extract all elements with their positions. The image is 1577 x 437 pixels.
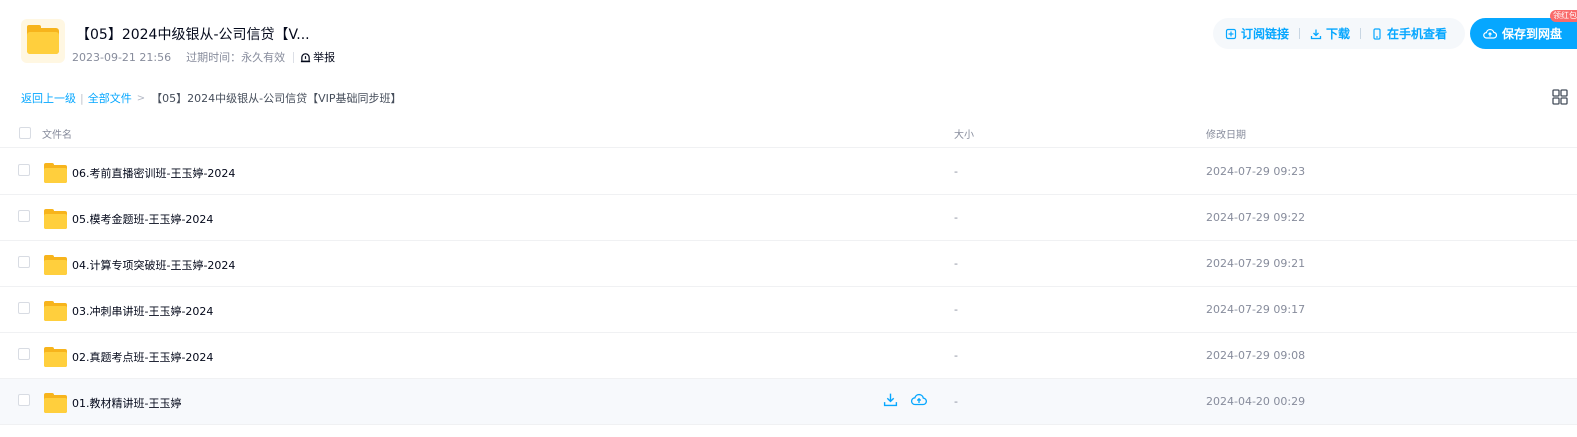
- folder-icon: [21, 19, 65, 63]
- row-checkbox[interactable]: [18, 256, 30, 268]
- expiry-label: 过期时间：: [186, 51, 242, 64]
- column-name[interactable]: 文件名: [42, 126, 72, 141]
- file-size: -: [954, 349, 958, 362]
- column-size[interactable]: 大小: [954, 126, 974, 141]
- row-save-button[interactable]: [911, 392, 927, 408]
- file-name[interactable]: 06.考前直播密训班-王玉婷-2024: [72, 165, 235, 181]
- download-button[interactable]: 下载: [1310, 25, 1350, 42]
- share-title: 【05】2024中级银从-公司信贷【V...: [76, 27, 310, 43]
- file-list-header: 文件名 大小 修改日期: [0, 118, 1577, 148]
- save-to-cloud-button[interactable]: 保存到网盘: [1470, 18, 1577, 49]
- cloud-upload-icon: [911, 393, 927, 406]
- select-all-checkbox[interactable]: [19, 127, 31, 139]
- row-checkbox[interactable]: [18, 164, 30, 176]
- expiry-value: 永久有效: [241, 51, 286, 64]
- breadcrumb-current: 【05】2024中级银从-公司信贷【VIP基础同步班】: [151, 92, 402, 105]
- column-modified[interactable]: 修改日期: [1206, 126, 1246, 141]
- meta-divider: [293, 51, 295, 63]
- folder-icon: [44, 163, 67, 183]
- promo-badge[interactable]: 领红包: [1550, 10, 1577, 22]
- file-row[interactable]: 03.冲刺串讲班-王玉婷-2024 - 2024-07-29 09:17: [0, 287, 1577, 333]
- row-checkbox[interactable]: [18, 302, 30, 314]
- file-row[interactable]: 01.教材精讲班-王玉婷 - 2024-04-20 00:29: [0, 379, 1577, 425]
- report-button[interactable]: 举报: [300, 49, 335, 65]
- subscribe-label: 订阅链接: [1241, 27, 1290, 41]
- share-header: 【05】2024中级银从-公司信贷【V... 2023-09-21 21:56 …: [0, 0, 1577, 80]
- action-bar: 订阅链接 下载 在手机查看: [1213, 18, 1465, 49]
- file-modified: 2024-04-20 00:29: [1206, 395, 1306, 408]
- share-meta: 2023-09-21 21:56 过期时间： 永久有效 举报: [72, 49, 335, 65]
- folder-icon: [44, 393, 67, 413]
- file-modified: 2024-07-29 09:23: [1206, 165, 1306, 178]
- file-name[interactable]: 02.真题考点班-王玉婷-2024: [72, 349, 213, 365]
- row-download-button[interactable]: [883, 392, 899, 408]
- file-modified: 2024-07-29 09:08: [1206, 349, 1306, 362]
- file-name[interactable]: 01.教材精讲班-王玉婷: [72, 395, 181, 411]
- file-size: -: [954, 165, 958, 178]
- action-divider: [1360, 28, 1362, 39]
- breadcrumb-arrow: >: [136, 92, 146, 104]
- report-label: 举报: [313, 51, 336, 64]
- file-row[interactable]: 05.模考金题班-王玉婷-2024 - 2024-07-29 09:22: [0, 195, 1577, 241]
- file-row[interactable]: 06.考前直播密训班-王玉婷-2024 - 2024-07-29 09:23: [0, 149, 1577, 195]
- cloud-upload-icon: [1483, 28, 1497, 39]
- file-name[interactable]: 05.模考金题班-王玉婷-2024: [72, 211, 213, 227]
- file-size: -: [954, 257, 958, 270]
- row-checkbox[interactable]: [18, 210, 30, 222]
- file-name[interactable]: 04.计算专项突破班-王玉婷-2024: [72, 257, 235, 273]
- grid-view-icon: [1552, 89, 1568, 105]
- folder-icon: [44, 347, 67, 367]
- file-size: -: [954, 395, 958, 408]
- subscribe-link-button[interactable]: 订阅链接: [1225, 25, 1289, 42]
- file-name[interactable]: 03.冲刺串讲班-王玉婷-2024: [72, 303, 213, 319]
- file-modified: 2024-07-29 09:21: [1206, 257, 1306, 270]
- download-label: 下载: [1326, 27, 1351, 41]
- file-modified: 2024-07-29 09:22: [1206, 211, 1306, 224]
- file-row[interactable]: 02.真题考点班-王玉婷-2024 - 2024-07-29 09:08: [0, 333, 1577, 379]
- save-label: 保存到网盘: [1502, 27, 1563, 41]
- share-date: 2023-09-21 21:56: [72, 50, 172, 64]
- download-icon: [883, 393, 898, 407]
- breadcrumb: 返回上一级 | 全部文件 > 【05】2024中级银从-公司信贷【VIP基础同步…: [21, 90, 401, 106]
- subscribe-icon: [1225, 28, 1237, 39]
- row-checkbox[interactable]: [18, 394, 30, 406]
- view-on-phone-button[interactable]: 在手机查看: [1371, 25, 1447, 42]
- folder-icon: [44, 255, 67, 275]
- folder-icon: [44, 301, 67, 321]
- back-link[interactable]: 返回上一级: [21, 90, 76, 106]
- file-modified: 2024-07-29 09:17: [1206, 303, 1306, 316]
- file-row[interactable]: 04.计算专项突破班-王玉婷-2024 - 2024-07-29 09:21: [0, 241, 1577, 287]
- view-on-phone-label: 在手机查看: [1387, 27, 1448, 41]
- all-files-link[interactable]: 全部文件: [88, 90, 132, 106]
- breadcrumb-divider: |: [80, 91, 84, 105]
- file-size: -: [954, 303, 958, 316]
- download-icon: [1310, 29, 1322, 39]
- action-divider: [1299, 28, 1301, 39]
- grid-view-toggle[interactable]: [1552, 89, 1568, 105]
- row-checkbox[interactable]: [18, 348, 30, 360]
- report-icon: [301, 52, 311, 62]
- phone-icon: [1373, 27, 1381, 40]
- folder-icon: [44, 209, 67, 229]
- file-size: -: [954, 211, 958, 224]
